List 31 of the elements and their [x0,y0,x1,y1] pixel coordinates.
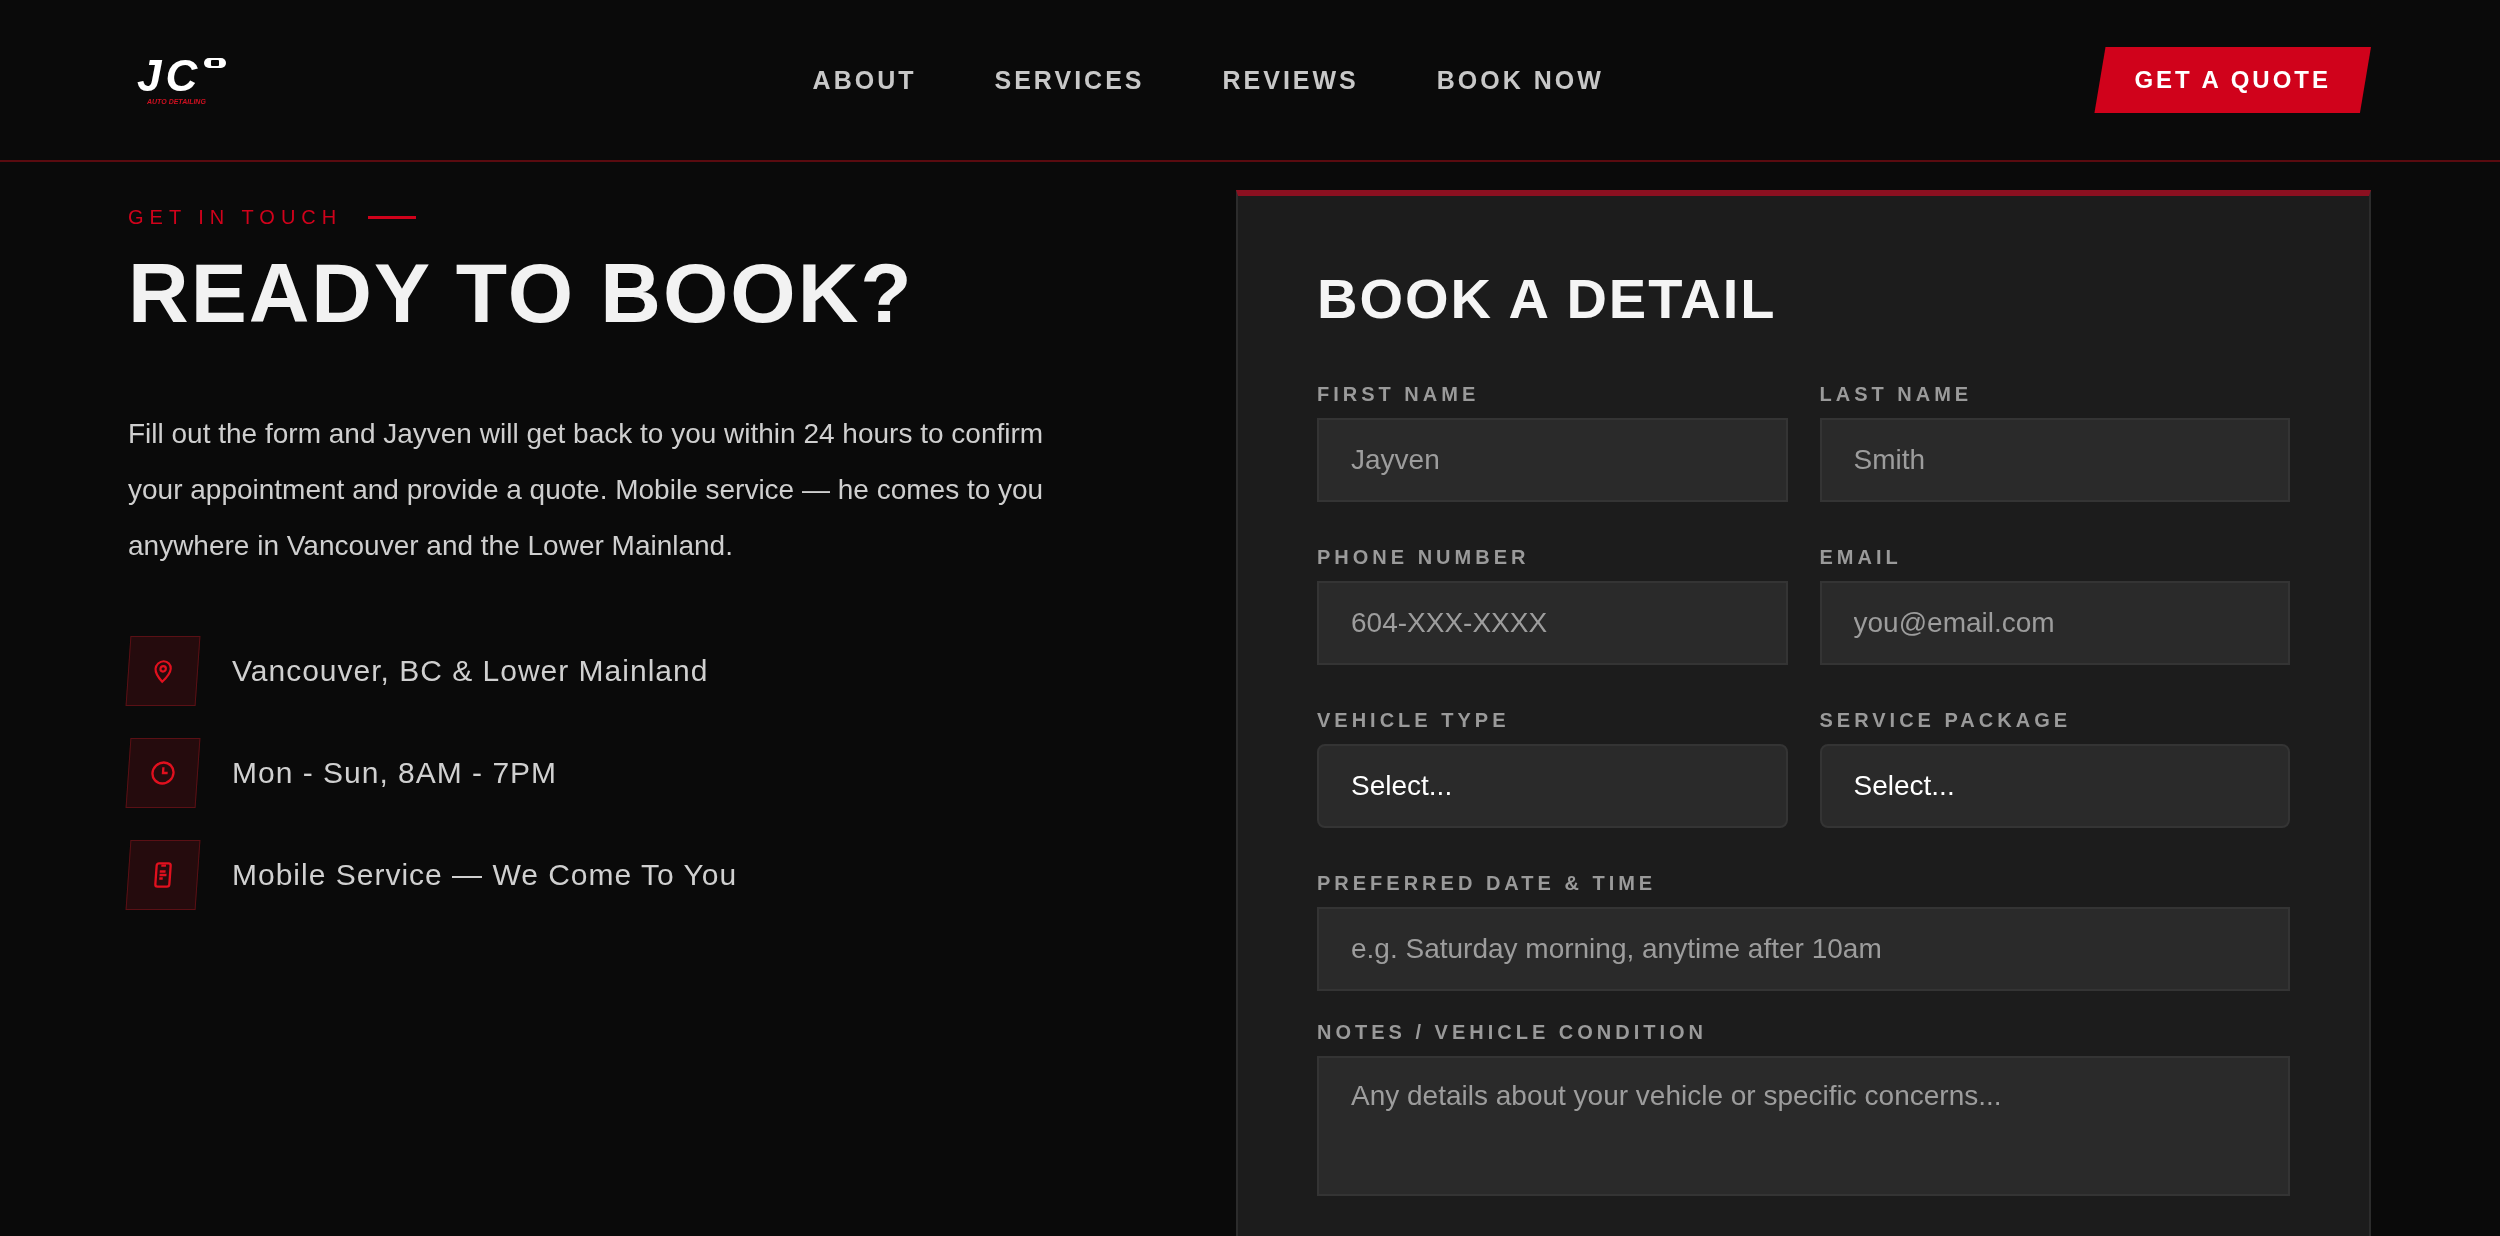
field-label: VEHICLE TYPE [1317,709,1511,732]
contact-text: Vancouver, BC & Lower Mainland [232,653,709,688]
input-field[interactable]: Smith [1819,418,2290,502]
input-field[interactable]: e.g. Saturday morning, anytime after 10am [1317,907,2290,991]
eyebrow-rule [368,216,417,219]
nav-link[interactable]: SERVICES [994,65,1145,95]
contact-text: Mon - Sun, 8AM - 7PM [232,755,558,790]
page-heading: READY TO BOOK? [128,245,915,342]
textarea-field[interactable]: Any details about your vehicle or specific concerns... [1317,1056,2290,1196]
form-heading: BOOK A DETAIL [1317,266,1778,331]
field-label: PREFERRED DATE & TIME [1317,872,1658,895]
input-field[interactable]: you@email.com [1819,581,2290,665]
quote-button[interactable]: GET A QUOTE [2094,47,2371,113]
field-label: FIRST NAME [1317,383,1481,406]
clock-icon [148,758,178,787]
select-field[interactable]: Select... [1819,744,2290,828]
select-field[interactable]: Select... [1317,744,1788,828]
eyebrow-text: GET IN TOUCH [128,206,343,229]
nav-link[interactable]: BOOK NOW [1436,65,1604,95]
input-field[interactable]: 604-XXX-XXXX [1317,581,1788,665]
field-label: PHONE NUMBER [1317,546,1531,569]
nav-link[interactable]: ABOUT [812,65,917,95]
intro-paragraph: Fill out the form and Jayven will get back to you within 24 hours to confirm your appointment and provide a quote. Mobile service — he comes to you anywhere in Vancouver and the Lower Mainland. [128,416,1045,563]
input-field[interactable]: Jayven [1317,418,1788,502]
field-label: LAST NAME [1819,383,1974,406]
field-label: SERVICE PACKAGE [1819,709,2073,732]
nav-link[interactable]: REVIEWS [1222,65,1359,95]
field-label: NOTES / VEHICLE CONDITION [1317,1021,1709,1044]
logo-letters: JC [137,55,202,96]
field-label: EMAIL [1819,546,1903,569]
contact-text: Mobile Service — We Come To You [232,857,738,892]
